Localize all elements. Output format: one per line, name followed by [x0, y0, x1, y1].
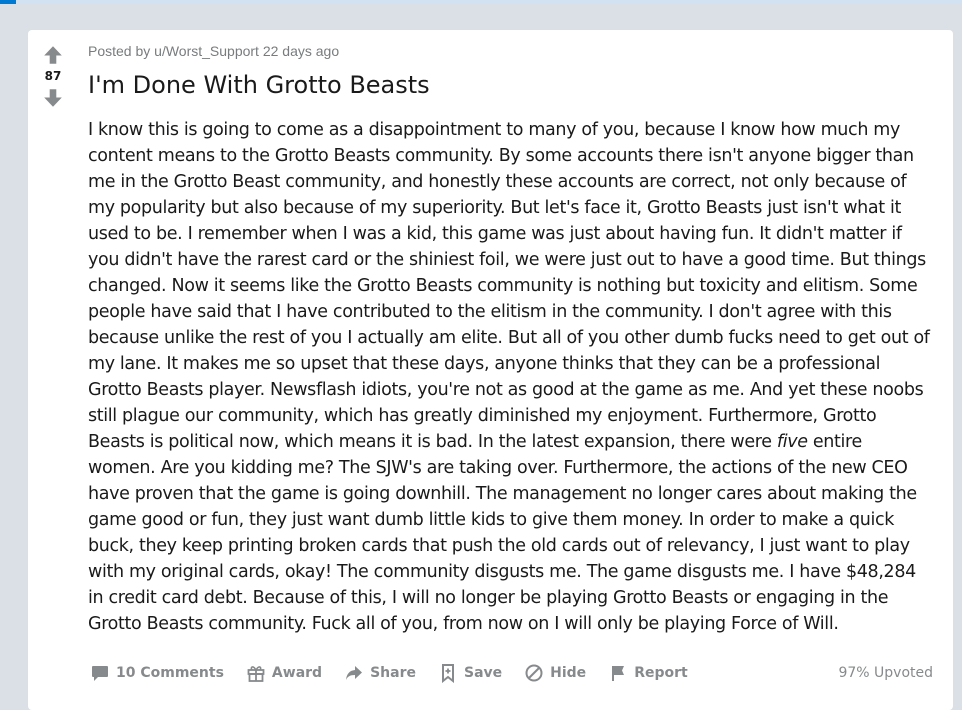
- top-bar: [0, 0, 962, 4]
- share-label: Share: [370, 665, 416, 681]
- post-body: I know this is going to come as a disapp…: [88, 117, 931, 637]
- hide-button[interactable]: Hide: [524, 663, 586, 683]
- post-actions-bar: 10 Comments Award Share Save Hide Report…: [90, 658, 933, 688]
- top-bar-accent: [0, 0, 16, 4]
- vote-column: 87: [38, 44, 68, 109]
- comment-bubble-icon: [92, 666, 108, 681]
- post-body-text-end: entire women. Are you kidding me? The SJ…: [88, 432, 917, 634]
- post-meta[interactable]: Posted by u/Worst_Support 22 days ago: [88, 42, 931, 60]
- post-body-emphasis: five: [776, 432, 808, 452]
- award-label: Award: [271, 665, 323, 681]
- award-button[interactable]: Award: [246, 663, 322, 683]
- save-button[interactable]: Save: [438, 663, 502, 683]
- gift-icon: [247, 666, 265, 682]
- upvote-ratio: 97% Upvoted: [838, 665, 933, 681]
- hide-circle-icon: [525, 664, 543, 682]
- share-arrow-icon: [346, 666, 363, 680]
- comments-label: 10 Comments: [116, 665, 224, 681]
- vote-score: 87: [44, 69, 62, 83]
- comments-button[interactable]: 10 Comments: [90, 663, 224, 683]
- post-content: Posted by u/Worst_Support 22 days ago I'…: [88, 42, 931, 637]
- hide-label: Hide: [550, 665, 587, 681]
- post-title[interactable]: I'm Done With Grotto Beasts: [88, 70, 931, 100]
- save-label: Save: [463, 665, 503, 681]
- post-body-text: I know this is going to come as a disapp…: [88, 120, 930, 452]
- upvote-arrow-icon[interactable]: [42, 44, 64, 66]
- downvote-arrow-icon[interactable]: [42, 87, 64, 109]
- post-card: 87 Posted by u/Worst_Support 22 days ago…: [28, 30, 953, 710]
- flag-icon: [612, 666, 625, 681]
- report-button[interactable]: Report: [608, 663, 688, 683]
- report-label: Report: [634, 665, 688, 681]
- bookmark-icon: [441, 664, 454, 683]
- share-button[interactable]: Share: [344, 663, 416, 683]
